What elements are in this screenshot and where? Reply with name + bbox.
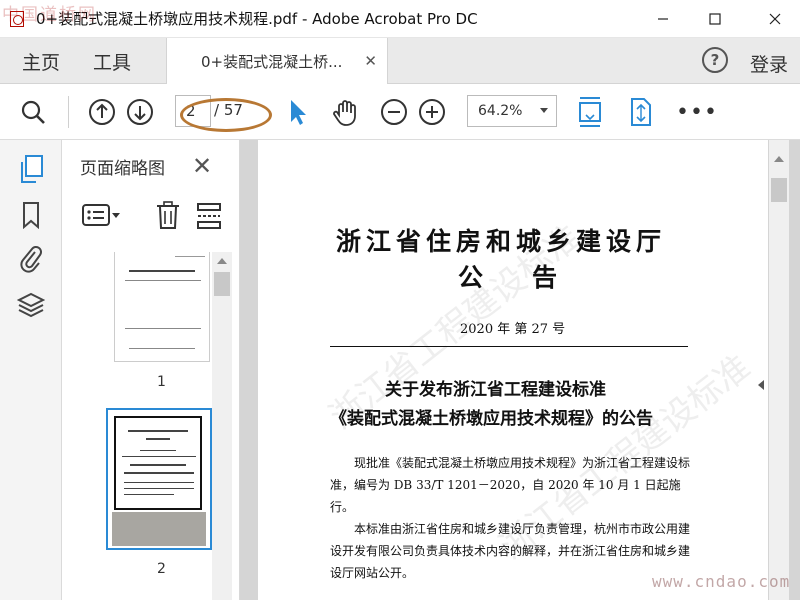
thumbnail-label-2: 2 <box>157 561 166 577</box>
title-bar: 0+装配式混凝土桥墩应用技术规程.pdf - Adobe Acrobat Pro… <box>0 0 800 38</box>
left-rail <box>0 140 62 600</box>
scrollbar-thumb[interactable] <box>214 272 230 296</box>
thumb-line <box>129 270 195 272</box>
document-number: 2020 年 第 27 号 <box>460 322 566 337</box>
paperclip-icon[interactable] <box>16 244 46 274</box>
fit-page-icon[interactable] <box>576 97 604 127</box>
thumbnail-options-icon[interactable] <box>82 202 122 228</box>
close-tab-icon[interactable]: ✕ <box>364 52 377 70</box>
thumb-line <box>125 280 201 281</box>
scroll-up-arrow-icon[interactable] <box>217 258 227 264</box>
thumbnail-scrollbar[interactable] <box>212 252 232 600</box>
thumb-line <box>122 456 196 457</box>
tab-tools[interactable]: 工具 <box>93 38 131 84</box>
trash-icon[interactable] <box>155 200 181 230</box>
announcement-title-line-1: 关于发布浙江省工程建设标准 <box>385 380 606 400</box>
window-title: 0+装配式混凝土桥墩应用技术规程.pdf - Adobe Acrobat Pro… <box>36 10 478 28</box>
zoom-value: 64.2% <box>478 103 523 119</box>
tab-bar: 主页 工具 0+装配式混凝土桥... ✕ <box>0 38 800 84</box>
thumbnail-doc <box>114 416 202 510</box>
watermark-top: 中国道桥网 <box>2 5 97 25</box>
thumb-line <box>124 482 194 483</box>
zoom-out-icon[interactable] <box>380 98 408 126</box>
close-panel-icon[interactable]: ✕ <box>192 152 212 180</box>
scrollbar-thumb[interactable] <box>771 178 787 202</box>
cursor-icon[interactable] <box>284 98 312 126</box>
more-tools-icon[interactable]: ••• <box>676 100 718 125</box>
maximize-button[interactable] <box>692 0 738 38</box>
pages-icon[interactable] <box>16 154 46 184</box>
announcement-title-line-2: 《装配式混凝土桥墩应用技术规程》的公告 <box>330 409 653 429</box>
scroll-up-arrow-icon[interactable] <box>774 156 784 162</box>
tab-document[interactable]: 0+装配式混凝土桥... ✕ <box>166 38 388 84</box>
tab-document-label: 0+装配式混凝土桥... <box>201 52 343 71</box>
notice-char: 公 <box>458 263 489 292</box>
maximize-icon <box>709 13 721 25</box>
notice-heading: 公告 <box>458 258 562 294</box>
bookmark-icon[interactable] <box>16 200 46 230</box>
help-button[interactable]: ? <box>702 47 728 73</box>
zoom-in-icon[interactable] <box>418 98 446 126</box>
thumb-line <box>129 348 195 349</box>
watermark-bottom: www.cndao.com <box>652 572 791 591</box>
minimize-button[interactable] <box>640 0 686 38</box>
page-thumbnail-1[interactable] <box>114 252 210 362</box>
paragraph-2: 本标准由浙江省住房和城乡建设厅负责管理，杭州市市政公用建设开发有限公司负责具体技… <box>330 522 691 580</box>
panel-title: 页面缩略图 <box>80 159 165 179</box>
thumb-line <box>130 464 186 466</box>
notice-char: 告 <box>532 263 563 292</box>
minimize-icon <box>658 18 668 20</box>
thumb-line <box>124 472 194 474</box>
expand-right-panel-arrow-icon[interactable] <box>758 380 764 390</box>
chevron-down-icon[interactable] <box>540 108 548 113</box>
tab-home[interactable]: 主页 <box>22 38 60 84</box>
search-icon[interactable] <box>19 98 47 126</box>
thumb-line <box>124 488 194 489</box>
hand-icon[interactable] <box>331 98 359 126</box>
document-scrollbar[interactable] <box>769 140 789 600</box>
highlight-oval <box>180 98 272 132</box>
thumb-line <box>175 256 205 257</box>
close-icon <box>769 13 781 25</box>
paragraph-1: 现批准《装配式混凝土桥墩应用技术规程》为浙江省工程建设标准，编号为 DB 33/… <box>330 456 691 514</box>
insert-page-icon[interactable] <box>196 202 222 230</box>
thumb-line <box>128 430 188 432</box>
arrow-down-circle-icon[interactable] <box>126 98 154 126</box>
thumb-line <box>124 494 174 495</box>
thumbnail-label-1: 1 <box>157 374 166 390</box>
page-thumbnail-2[interactable] <box>106 408 212 550</box>
thumb-line <box>146 438 170 440</box>
thumbnail-page <box>112 414 206 546</box>
toolbar-separator <box>68 96 69 128</box>
login-button[interactable]: 登录 <box>750 50 788 77</box>
rotate-view-icon[interactable] <box>626 98 654 126</box>
thumbnail-gray-area <box>112 512 206 546</box>
heading-rule <box>330 346 688 347</box>
arrow-up-circle-icon[interactable] <box>88 98 116 126</box>
close-window-button[interactable] <box>752 0 798 38</box>
thumb-line <box>140 450 176 451</box>
thumb-line <box>125 328 201 329</box>
announcement-body: 现批准《装配式混凝土桥墩应用技术规程》为浙江省工程建设标准，编号为 DB 33/… <box>330 452 690 584</box>
department-heading: 浙江省住房和城乡建设厅 <box>336 227 667 256</box>
layers-icon[interactable] <box>16 290 46 320</box>
